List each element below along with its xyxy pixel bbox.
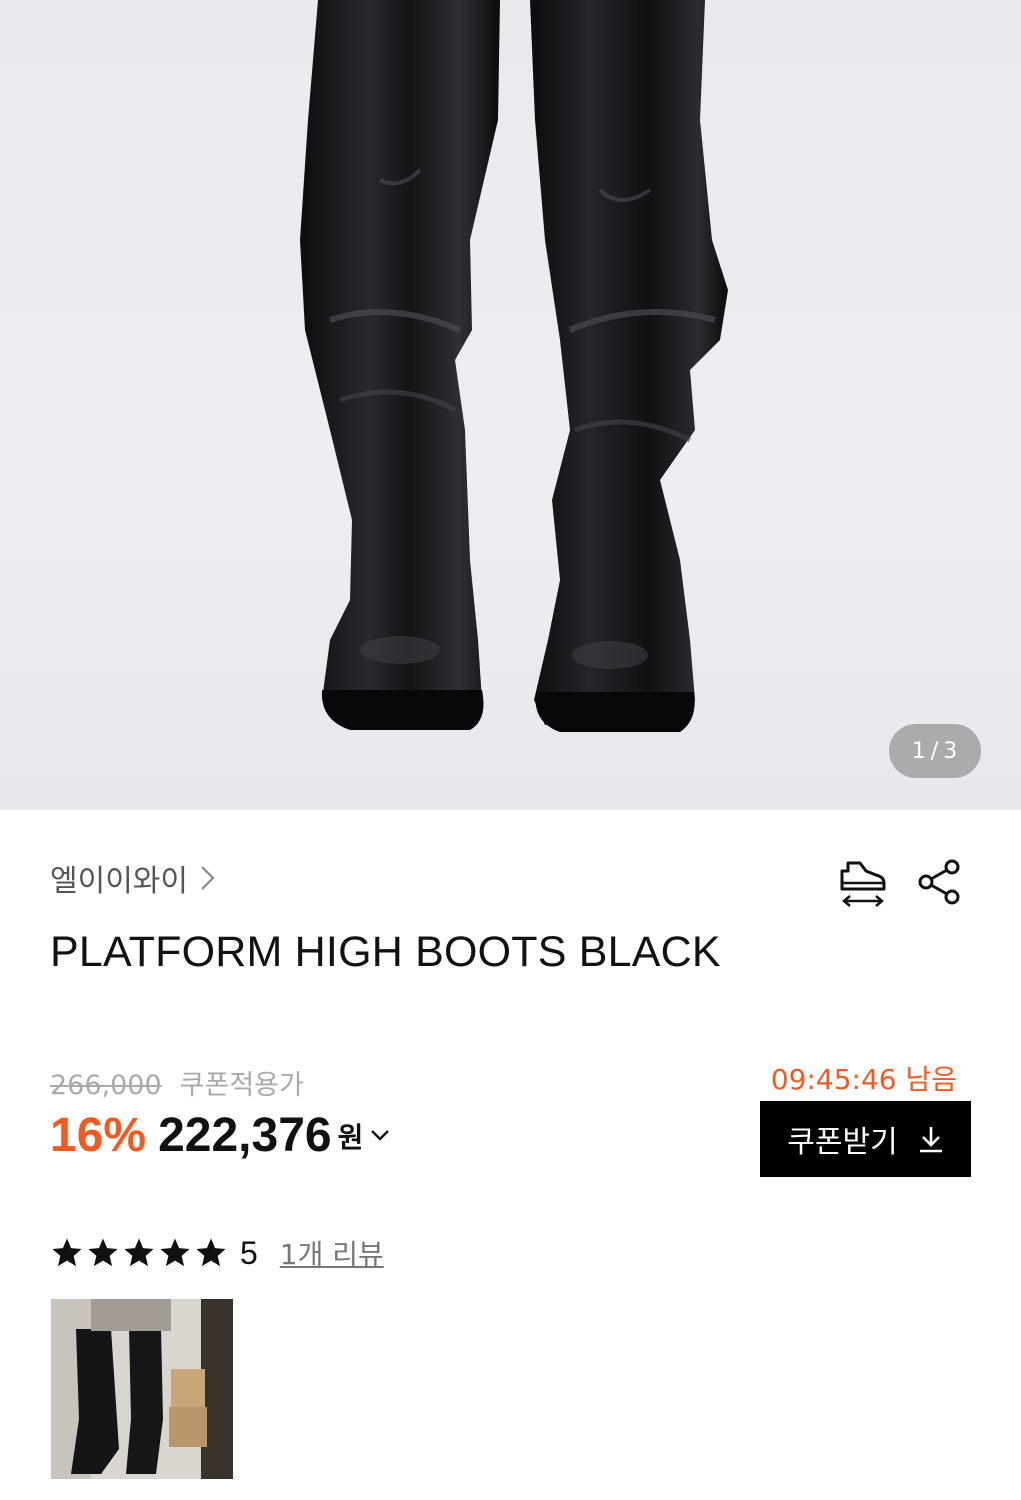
discount-rate: 16% bbox=[50, 1109, 147, 1162]
rating-value: 5 bbox=[240, 1234, 258, 1271]
product-image-gallery[interactable]: 1 / 3 bbox=[0, 0, 1021, 810]
product-photo bbox=[300, 0, 728, 732]
product-title: PLATFORM HIGH BOOTS BLACK bbox=[50, 928, 721, 976]
chevron-down-icon[interactable] bbox=[369, 1128, 391, 1144]
coupon-timer: 09:45:46 남음 bbox=[770, 1063, 957, 1096]
image-counter-total: 3 bbox=[943, 738, 959, 764]
original-price-row: 266,000 쿠폰적용가 bbox=[50, 1063, 304, 1102]
chevron-right-icon bbox=[201, 866, 215, 890]
review-photo-thumbnail[interactable] bbox=[51, 1299, 233, 1479]
image-counter: 1 / 3 bbox=[889, 724, 981, 778]
original-price: 266,000 bbox=[50, 1070, 162, 1101]
image-counter-current: 1 bbox=[911, 738, 927, 764]
share-icon[interactable] bbox=[916, 858, 964, 906]
get-coupon-label: 쿠폰받기 bbox=[787, 1125, 898, 1160]
rating-row: 5 1개 리뷰 bbox=[50, 1233, 384, 1273]
image-counter-separator: / bbox=[930, 738, 940, 764]
download-icon bbox=[919, 1127, 942, 1153]
brand-name: 엘이이와이 bbox=[50, 864, 188, 899]
star-icon bbox=[160, 1238, 190, 1267]
currency-unit: 원 bbox=[337, 1120, 364, 1154]
shoe-size-icon[interactable] bbox=[836, 855, 890, 911]
price-row: 16% 222,376 원 bbox=[50, 1108, 391, 1163]
sale-price: 222,376 bbox=[158, 1109, 332, 1162]
review-count-link[interactable]: 1개 리뷰 bbox=[280, 1233, 384, 1273]
star-rating bbox=[50, 1236, 228, 1270]
star-icon bbox=[52, 1238, 82, 1267]
coupon-price-label: 쿠폰적용가 bbox=[179, 1070, 304, 1101]
star-icon bbox=[196, 1238, 226, 1267]
brand-link[interactable]: 엘이이와이 bbox=[50, 856, 218, 900]
star-icon bbox=[124, 1238, 154, 1267]
review-photo bbox=[51, 1299, 233, 1479]
get-coupon-button[interactable]: 쿠폰받기 bbox=[760, 1101, 971, 1177]
star-icon bbox=[88, 1238, 118, 1267]
